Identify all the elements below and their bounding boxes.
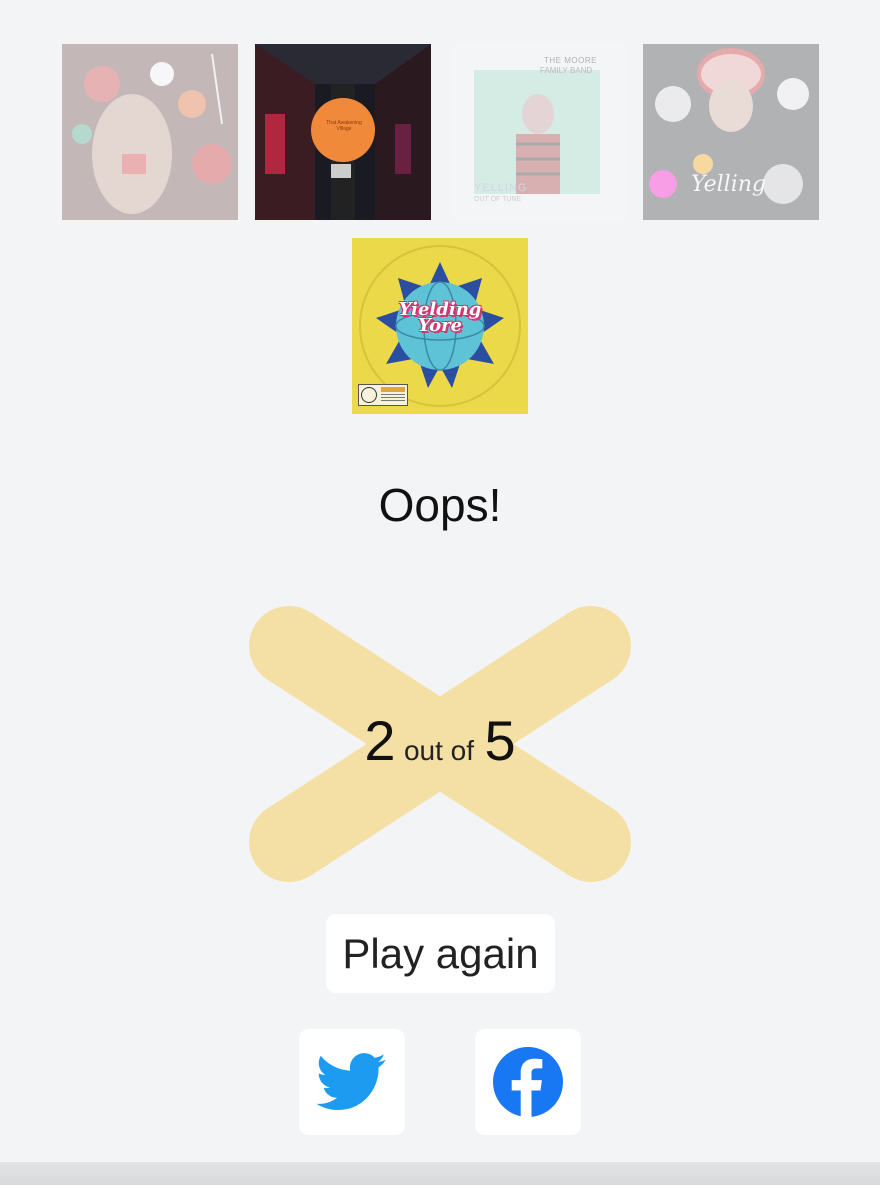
album-cover-2: That Awakening Village	[255, 44, 431, 220]
cover-5-title: Yielding Yore	[352, 301, 528, 336]
album-cover-grid: That Awakening Village THE MOORE FAMILY …	[0, 0, 880, 430]
result-headline: Oops!	[378, 479, 502, 531]
globe-icon	[361, 387, 377, 403]
bottom-edge	[0, 1162, 880, 1185]
cover-4-title: Yelling	[691, 172, 766, 197]
twitter-share-button[interactable]	[299, 1029, 405, 1135]
score-correct: 2	[364, 709, 396, 772]
twitter-icon	[317, 1053, 386, 1110]
cover-2-label: That Awakening Village	[326, 120, 362, 132]
cover-3-artist: THE MOORE	[544, 56, 597, 65]
cover-5-title-line2: Yore	[417, 315, 463, 336]
album-cover-4: Yelling	[643, 44, 819, 220]
cover-3-title: YELLING	[474, 182, 528, 194]
album-cover-1	[62, 44, 238, 220]
cover-5-label-box	[358, 384, 408, 406]
score-display: 2 out of 5	[240, 600, 640, 888]
cover-5-lines	[381, 394, 405, 395]
facebook-share-button[interactable]	[475, 1029, 581, 1135]
cover-3-subtitle: OUT OF TUNE	[474, 196, 522, 203]
score-connector: out of	[403, 735, 475, 766]
facebook-icon	[493, 1047, 563, 1118]
play-again-button[interactable]: Play again	[326, 914, 555, 993]
album-cover-5: Yielding Yore	[352, 238, 528, 414]
cover-5-tag	[381, 387, 405, 392]
cover-3-band: FAMILY BAND	[540, 66, 593, 75]
score-total: 5	[484, 709, 516, 772]
score-text: 2 out of 5	[240, 708, 640, 773]
album-cover-3: THE MOORE FAMILY BAND YELLING OUT OF TUN…	[450, 44, 626, 220]
